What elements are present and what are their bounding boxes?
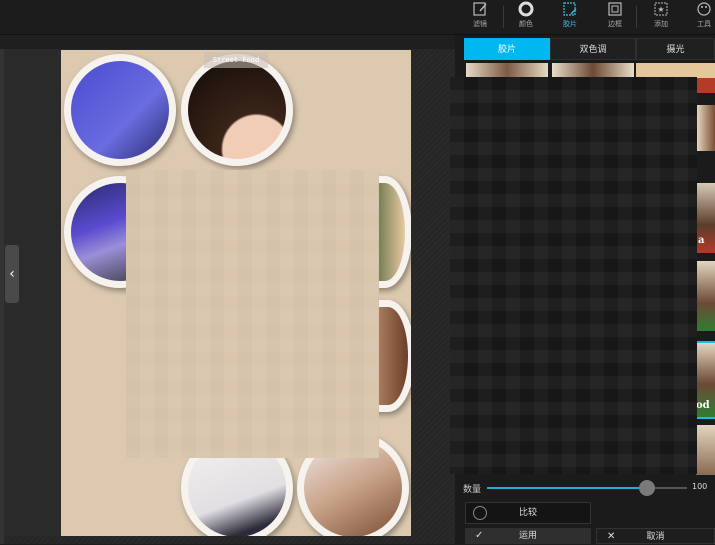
tool-label: 工具 bbox=[697, 20, 711, 28]
quantity-value: 100 bbox=[692, 482, 708, 491]
redacted-region bbox=[126, 170, 379, 458]
tool-label: 边框 bbox=[608, 20, 622, 28]
film-thumbnail[interactable] bbox=[466, 63, 548, 77]
palette-icon bbox=[697, 2, 711, 16]
apply-button[interactable]: ✓ 运用 bbox=[465, 528, 591, 544]
color-ring-icon bbox=[518, 1, 534, 17]
svg-text:★: ★ bbox=[657, 5, 664, 14]
apply-label: 运用 bbox=[518, 531, 537, 541]
cancel-button[interactable]: ✕ 取消 bbox=[596, 528, 715, 544]
frame-icon bbox=[608, 2, 622, 16]
film-thumbnail[interactable] bbox=[696, 105, 715, 151]
tool-label: 添加 bbox=[654, 20, 668, 28]
tool-film[interactable]: 胶片 bbox=[550, 0, 590, 34]
redacted-thumbnails bbox=[450, 77, 697, 474]
tool-label: 胶片 bbox=[563, 20, 577, 28]
toolbar-divider bbox=[503, 6, 504, 28]
thumb-side-text: a bbox=[698, 235, 705, 246]
tool-frame[interactable]: 边框 bbox=[595, 0, 635, 34]
film-thumbnail[interactable] bbox=[696, 425, 715, 475]
panel-tabs: 胶片 双色调 摄光 bbox=[464, 38, 715, 60]
compare-button[interactable]: 比较 bbox=[465, 502, 591, 524]
tool-label: 滤镜 bbox=[473, 20, 487, 28]
overlay-label: Street Food bbox=[204, 52, 268, 68]
collage-photo bbox=[181, 54, 293, 166]
tool-add[interactable]: ★ 添加 bbox=[641, 0, 681, 34]
quantity-slider[interactable] bbox=[487, 480, 687, 496]
film-thumbnail[interactable]: a bbox=[696, 183, 715, 253]
edit-icon bbox=[473, 2, 487, 16]
tab-duotone[interactable]: 双色调 bbox=[550, 38, 636, 60]
collapse-panel-button[interactable]: ‹ bbox=[5, 245, 19, 303]
cancel-label: 取消 bbox=[646, 532, 665, 542]
quantity-slider-knob[interactable] bbox=[639, 480, 655, 496]
compare-label: 比较 bbox=[518, 508, 537, 518]
chevron-left-icon: ‹ bbox=[9, 266, 15, 282]
film-icon bbox=[563, 2, 577, 16]
film-thumbnail-selected[interactable]: od bbox=[694, 341, 715, 419]
tab-film[interactable]: 胶片 bbox=[464, 38, 550, 60]
tab-light[interactable]: 摄光 bbox=[636, 38, 715, 60]
collage-photo bbox=[64, 54, 176, 166]
tool-color[interactable]: 颜色 bbox=[506, 0, 546, 34]
tool-filter[interactable]: 滤镜 bbox=[460, 0, 500, 34]
thumb-side-text: od bbox=[696, 400, 710, 411]
canvas-ruler-strip bbox=[0, 35, 455, 49]
quantity-label: 数量 bbox=[463, 485, 482, 495]
film-thumbnail[interactable] bbox=[552, 63, 634, 77]
add-star-icon: ★ bbox=[654, 2, 668, 16]
quantity-slider-fill bbox=[487, 487, 647, 489]
toolbar-divider bbox=[636, 6, 637, 28]
tool-label: 颜色 bbox=[519, 20, 533, 28]
tool-tools[interactable]: 工具 bbox=[684, 0, 715, 34]
film-thumbnail[interactable] bbox=[696, 261, 715, 331]
top-toolbar: 滤镜 颜色 胶片 边框 ★ 添加 工具 bbox=[0, 0, 715, 35]
